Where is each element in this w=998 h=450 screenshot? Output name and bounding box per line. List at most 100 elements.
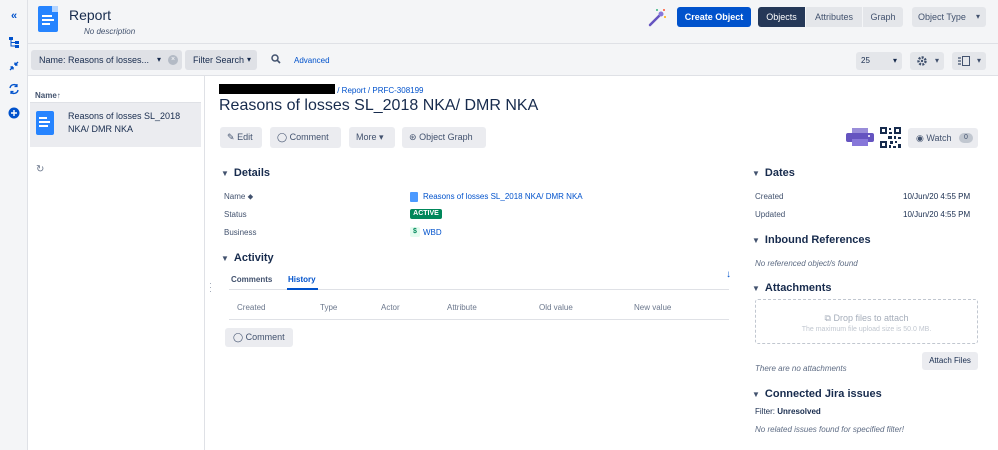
name-column-label: Name: [35, 91, 57, 100]
filter-search-label: Filter Search: [193, 55, 245, 65]
redacted-block: [219, 84, 335, 94]
settings-button[interactable]: ▾: [910, 52, 944, 70]
qr-code-icon[interactable]: [880, 127, 901, 148]
printer-icon[interactable]: [845, 128, 875, 146]
page-size-select[interactable]: 25 ▾: [856, 52, 902, 70]
object-graph-label: Object Graph: [419, 132, 473, 142]
dropzone-label: Drop files to attach: [833, 313, 909, 323]
chevron-down-icon: ▼: [221, 169, 229, 178]
history-col-actor: Actor: [381, 303, 400, 312]
details-section-toggle[interactable]: ▼ Details: [221, 167, 270, 179]
name-filter-label: Name: Reasons of losses...: [39, 55, 150, 65]
collapse-icon[interactable]: «: [8, 10, 20, 22]
edit-label: Edit: [237, 132, 253, 142]
drag-handle-icon[interactable]: · · ·: [209, 279, 212, 296]
clear-filter-icon[interactable]: ×: [168, 55, 178, 65]
watch-label: Watch: [926, 133, 952, 143]
search-icon[interactable]: [271, 54, 281, 64]
left-rail: «: [0, 0, 28, 450]
object-graph-button[interactable]: ⊛ Object Graph: [402, 127, 486, 148]
tab-comments[interactable]: Comments: [231, 275, 272, 284]
dates-title: Dates: [764, 167, 795, 179]
jira-empty-text: No related issues found for specified fi…: [755, 425, 904, 434]
create-object-button[interactable]: Create Object: [677, 7, 751, 27]
watch-button[interactable]: ◉ Watch 0: [908, 128, 978, 148]
dropzone-max-size: The maximum file upload size is 50.0 MB.: [801, 326, 932, 333]
history-col-type: Type: [320, 303, 338, 312]
report-doc-icon: [410, 192, 418, 202]
page-header: Report No description Create Object Obje…: [28, 0, 998, 44]
sort-arrow-icon: ↑: [56, 91, 61, 100]
updated-label: Updated: [755, 210, 786, 219]
object-list-pane: Name↑ Reasons of losses SL_2018 NKA/ DMR…: [28, 76, 205, 450]
chevron-down-icon: ▾: [157, 55, 162, 64]
list-layout-icon: [958, 56, 970, 66]
updated-value: 10/Jun/20 4:55 PM: [903, 210, 971, 219]
more-dropdown[interactable]: More ▾: [349, 127, 395, 148]
edit-button[interactable]: ✎ Edit: [220, 127, 262, 148]
add-icon[interactable]: [8, 107, 20, 119]
attachments-section-toggle[interactable]: ▼ Attachments: [752, 282, 832, 294]
page-size-value: 25: [861, 56, 870, 65]
copy-icon: ⧉: [824, 313, 831, 323]
object-type-label: Object Type: [918, 12, 966, 22]
attachments-title: Attachments: [764, 282, 832, 294]
created-value: 10/Jun/20 4:55 PM: [903, 192, 971, 201]
status-badge: ACTIVE: [410, 209, 442, 219]
inbound-section-toggle[interactable]: ▼ Inbound References: [752, 234, 871, 246]
name-filter-pill[interactable]: Name: Reasons of losses... ▾ ×: [31, 50, 182, 70]
name-label: Name ⬥: [224, 192, 253, 202]
sync-icon[interactable]: [8, 83, 20, 95]
jira-filter-label: Filter:: [755, 407, 775, 416]
jira-filter-value: Unresolved: [777, 407, 821, 416]
breadcrumb[interactable]: / Report / PRFC-308199: [219, 84, 424, 95]
refresh-icon[interactable]: ↻: [36, 164, 44, 175]
hierarchy-icon[interactable]: [8, 36, 20, 48]
breadcrumb-path: / Report / PRFC-308199: [337, 86, 424, 95]
jira-filter[interactable]: Filter: Unresolved: [755, 407, 821, 416]
add-comment-button[interactable]: ◯ Comment: [225, 328, 293, 347]
comment-button[interactable]: ◯ Comment: [270, 127, 341, 148]
attachments-empty-text: There are no attachments: [755, 364, 847, 373]
advanced-search-link[interactable]: Advanced: [294, 56, 330, 65]
activity-title: Activity: [233, 252, 274, 264]
layout-button[interactable]: ▾: [952, 52, 986, 70]
view-graph-button[interactable]: Graph: [863, 7, 903, 27]
tag-icon: ⬥: [247, 192, 254, 201]
activity-section-toggle[interactable]: ▼ Activity: [221, 252, 274, 264]
attach-files-button[interactable]: Attach Files: [922, 352, 978, 370]
object-type-dropdown[interactable]: Object Type ▾: [912, 7, 986, 27]
speech-bubble-icon: ◯: [233, 332, 244, 342]
filter-bar: Name: Reasons of losses... ▾ × Filter Se…: [28, 44, 998, 76]
view-objects-button[interactable]: Objects: [758, 7, 805, 27]
list-item[interactable]: Reasons of losses SL_2018 NKA/ DMR NKA: [30, 102, 201, 147]
history-col-new-value: New value: [634, 303, 672, 312]
inbound-empty-text: No referenced object/s found: [755, 259, 858, 268]
compress-icon[interactable]: [8, 60, 20, 72]
dates-section-toggle[interactable]: ▼ Dates: [752, 167, 795, 179]
history-header-divider: [229, 319, 729, 320]
name-label-text: Name: [224, 192, 246, 201]
page-title: Report: [69, 7, 112, 23]
download-arrow-icon[interactable]: ↓: [726, 269, 731, 280]
name-value-link[interactable]: Reasons of losses SL_2018 NKA/ DMR NKA: [423, 192, 583, 201]
pencil-icon: ✎: [227, 132, 235, 142]
gear-icon: [917, 56, 927, 66]
view-attributes-button[interactable]: Attributes: [806, 7, 862, 27]
filter-search-dropdown[interactable]: Filter Search ▾: [185, 50, 257, 70]
jira-section-toggle[interactable]: ▼ Connected Jira issues: [752, 388, 882, 400]
chevron-down-icon: ▼: [221, 254, 229, 263]
magic-wand-icon[interactable]: [646, 7, 668, 29]
chevron-down-icon: ▾: [975, 12, 980, 21]
business-value-link[interactable]: WBD: [423, 228, 442, 237]
list-column-header[interactable]: Name↑: [35, 91, 61, 100]
jira-title: Connected Jira issues: [764, 388, 882, 400]
speech-bubble-icon: ◯: [277, 132, 288, 142]
tab-history[interactable]: History: [288, 275, 316, 284]
report-doc-icon: [38, 6, 58, 32]
comment-label: Comment: [289, 132, 329, 142]
chevron-down-icon: ▾: [976, 56, 981, 65]
chevron-down-icon: ▼: [752, 284, 760, 293]
file-dropzone[interactable]: ⧉ Drop files to attach The maximum file …: [755, 299, 978, 344]
history-col-attribute: Attribute: [447, 303, 477, 312]
